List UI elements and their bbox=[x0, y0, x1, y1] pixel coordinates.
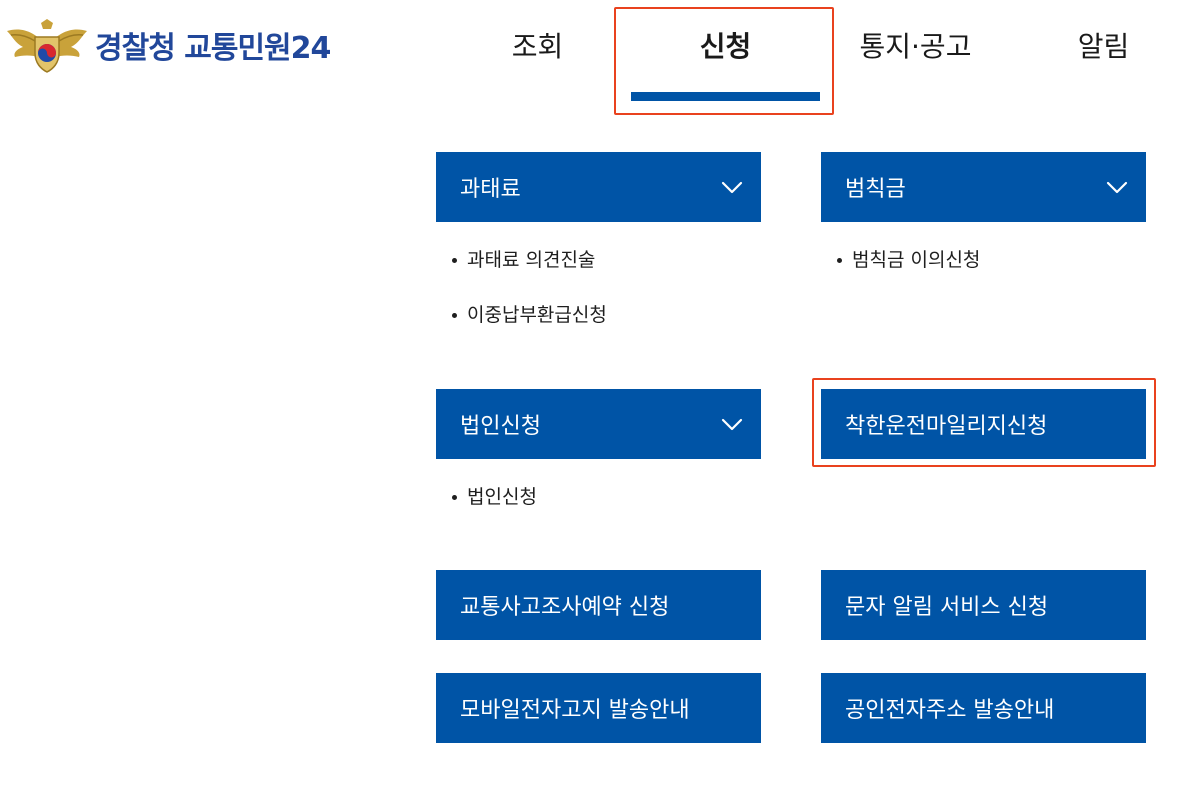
accident-investigation-reservation-button[interactable]: 교통사고조사예약 신청 bbox=[436, 570, 761, 640]
sms-alert-service-button[interactable]: 문자 알림 서비스 신청 bbox=[821, 570, 1146, 640]
corporate-accordion-header[interactable]: 법인신청 bbox=[436, 389, 761, 459]
corporate-accordion-title: 법인신청 bbox=[460, 414, 541, 439]
bullet-icon bbox=[837, 257, 842, 263]
bullet-icon bbox=[452, 257, 457, 263]
bullet-icon bbox=[452, 312, 457, 318]
sub-item-fine-opinion[interactable]: 과태료 의견진술 bbox=[452, 246, 595, 274]
good-driving-mileage-label: 착한운전마일리지신청 bbox=[845, 414, 1048, 439]
sub-item-penalty-objection[interactable]: 범칙금 이의신청 bbox=[837, 246, 980, 274]
mobile-e-notice-button[interactable]: 모바일전자고지 발송안내 bbox=[436, 673, 761, 743]
chevron-down-icon bbox=[721, 176, 743, 198]
sub-item-label: 범칙금 이의신청 bbox=[852, 249, 981, 271]
police-emblem-icon bbox=[5, 17, 89, 73]
nav-tab-alerts[interactable]: 알림 bbox=[1009, 24, 1198, 70]
bullet-icon bbox=[452, 494, 457, 500]
nav-tab-notice[interactable]: 통지·공고 bbox=[821, 24, 1010, 70]
fine-accordion-title: 과태료 bbox=[460, 177, 521, 202]
sub-item-label: 과태료 의견진술 bbox=[467, 249, 596, 271]
chevron-down-icon bbox=[721, 413, 743, 435]
sub-item-label: 이중납부환급신청 bbox=[467, 304, 607, 326]
penalty-accordion-title: 범칙금 bbox=[845, 177, 906, 202]
sub-item-label: 법인신청 bbox=[467, 486, 537, 508]
service-button-label: 문자 알림 서비스 신청 bbox=[845, 595, 1049, 620]
logo-text: 경찰청 교통민원24 bbox=[95, 31, 331, 66]
penalty-accordion-header[interactable]: 범칙금 bbox=[821, 152, 1146, 222]
fine-accordion-header[interactable]: 과태료 bbox=[436, 152, 761, 222]
service-button-label: 교통사고조사예약 신청 bbox=[460, 595, 670, 620]
sub-item-double-payment-refund[interactable]: 이중납부환급신청 bbox=[452, 301, 607, 329]
sub-item-corporate-application[interactable]: 법인신청 bbox=[452, 483, 537, 511]
service-button-label: 공인전자주소 발송안내 bbox=[845, 698, 1055, 723]
nav-tab-inquiry[interactable]: 조회 bbox=[443, 24, 632, 70]
nav-tab-application[interactable]: 신청 bbox=[631, 24, 820, 70]
certified-e-address-button[interactable]: 공인전자주소 발송안내 bbox=[821, 673, 1146, 743]
active-tab-underline bbox=[631, 92, 820, 101]
service-button-label: 모바일전자고지 발송안내 bbox=[460, 698, 690, 723]
chevron-down-icon bbox=[1106, 176, 1128, 198]
site-logo[interactable]: 경찰청 교통민원24 bbox=[5, 16, 331, 74]
good-driving-mileage-button[interactable]: 착한운전마일리지신청 bbox=[821, 389, 1146, 459]
